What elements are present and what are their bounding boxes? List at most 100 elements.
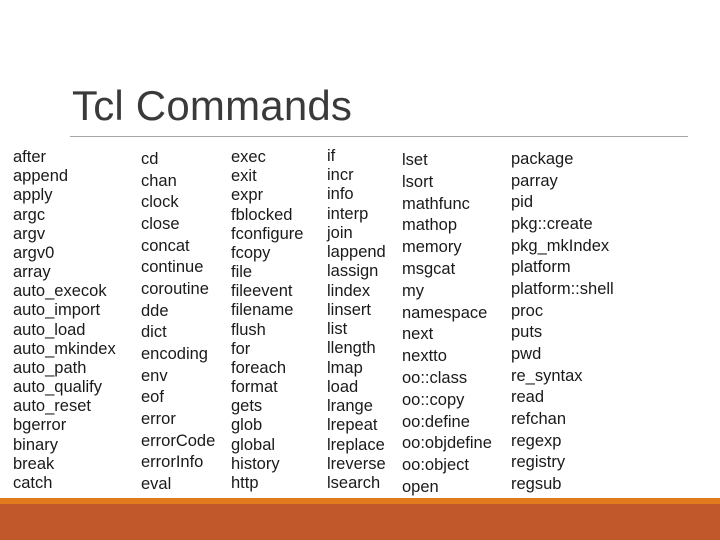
command-item: format	[231, 378, 278, 397]
slide-title: Tcl Commands	[72, 82, 353, 129]
command-item: binary	[13, 435, 58, 454]
command-item: package	[511, 150, 574, 168]
command-item: gets	[231, 397, 263, 416]
command-item: eval	[141, 474, 172, 493]
command-item: oo:object	[402, 456, 469, 475]
command-item: concat	[141, 236, 190, 255]
command-item: namespace	[402, 303, 488, 322]
command-column-4: if incr info interp join lappend lassign lindex…	[327, 147, 386, 493]
command-item: mathop	[402, 216, 458, 235]
command-item: errorCode	[141, 431, 216, 450]
command-item: oo:objdefine	[402, 434, 492, 453]
command-item: llength	[327, 339, 376, 358]
command-item: lreverse	[327, 454, 386, 473]
command-item: lrepeat	[327, 416, 378, 435]
command-item: auto_reset	[13, 397, 91, 416]
command-item: info	[327, 185, 354, 204]
command-item: regexp	[511, 431, 562, 450]
command-item: auto_path	[13, 358, 87, 377]
command-item: clock	[141, 193, 179, 212]
command-item: glob	[231, 416, 263, 435]
command-item: fcopy	[231, 243, 271, 262]
command-item: proc	[511, 301, 544, 320]
command-item: pkg::create	[511, 214, 593, 233]
footer-bar	[0, 504, 720, 540]
command-item: incr	[327, 166, 354, 185]
command-item: apply	[13, 186, 53, 205]
command-item: fconfigure	[231, 224, 304, 243]
command-item: lassign	[327, 262, 379, 281]
command-item: after	[13, 148, 47, 166]
command-item: regsub	[511, 474, 562, 493]
command-item: platform	[511, 258, 571, 277]
command-column-5: lset lsort mathfunc mathop memory msgcat my nam…	[402, 151, 492, 497]
command-item: fblocked	[231, 205, 293, 224]
command-item: argc	[13, 205, 46, 224]
command-item: continue	[141, 258, 204, 277]
command-item: lappend	[327, 243, 386, 262]
command-item: eof	[141, 388, 164, 407]
command-item: pwd	[511, 344, 542, 363]
command-item: coroutine	[141, 279, 209, 298]
command-item: auto_qualify	[13, 378, 102, 397]
command-item: dict	[141, 323, 167, 342]
command-item: read	[511, 388, 545, 407]
command-item: global	[231, 435, 276, 454]
command-item: history	[231, 454, 280, 473]
command-item: list	[327, 320, 348, 339]
command-item: flush	[231, 320, 266, 339]
title-divider	[70, 136, 688, 137]
command-item: mathfunc	[402, 194, 470, 213]
command-item: lrange	[327, 397, 373, 416]
command-item: catch	[13, 473, 53, 492]
command-item: re_syntax	[511, 366, 583, 385]
command-item: dde	[141, 301, 169, 320]
command-item: my	[402, 281, 424, 300]
command-item: oo:define	[402, 412, 470, 431]
command-item: error	[141, 409, 176, 428]
command-item: registry	[511, 453, 566, 472]
command-item: linsert	[327, 300, 372, 319]
command-item: load	[327, 377, 359, 396]
command-item: lmap	[327, 358, 363, 377]
command-item: parray	[511, 171, 558, 190]
command-item: close	[141, 214, 180, 233]
command-item: break	[13, 454, 55, 473]
command-item: pkg_mkIndex	[511, 236, 610, 255]
command-item: encoding	[141, 344, 208, 363]
command-item: join	[327, 223, 353, 242]
command-column-2: cd chan clock close concat continue coroutine d…	[141, 150, 215, 494]
command-item: memory	[402, 238, 462, 257]
command-item: lindex	[327, 281, 371, 300]
command-item: lsort	[402, 172, 434, 191]
command-item: auto_import	[13, 301, 101, 320]
command-item: lsearch	[327, 473, 381, 492]
command-column-6: packageparraypidpkg::createpkg_mkIndexpl…	[511, 150, 614, 494]
command-item: chan	[141, 171, 177, 190]
command-item: append	[13, 167, 69, 186]
command-item: oo::class	[402, 368, 468, 387]
command-column-3: exec exit expr fblocked fconfigure fcopy file f…	[231, 148, 303, 493]
command-item: exit	[231, 167, 257, 186]
command-item: nextto	[402, 347, 447, 366]
command-item: auto_mkindex	[13, 339, 116, 358]
command-item: auto_execok	[13, 282, 107, 301]
command-item: next	[402, 325, 434, 344]
command-item: file	[231, 263, 253, 282]
command-item: foreach	[231, 358, 287, 377]
command-item: exec	[231, 148, 266, 166]
command-item: interp	[327, 204, 369, 223]
command-item: cd	[141, 150, 159, 168]
command-item: refchan	[511, 409, 567, 428]
command-item: oo::copy	[402, 390, 465, 409]
command-item: pid	[511, 193, 534, 212]
command-item: open	[402, 477, 439, 496]
command-item: bgerror	[13, 416, 67, 435]
command-item: array	[13, 263, 51, 282]
command-item: msgcat	[402, 259, 456, 278]
command-item: argv	[13, 224, 46, 243]
command-item: if	[327, 147, 336, 165]
command-column-1: after append apply argc argv argv0 array auto_e…	[13, 148, 116, 493]
command-item: env	[141, 366, 168, 385]
command-item: platform::shell	[511, 279, 614, 298]
